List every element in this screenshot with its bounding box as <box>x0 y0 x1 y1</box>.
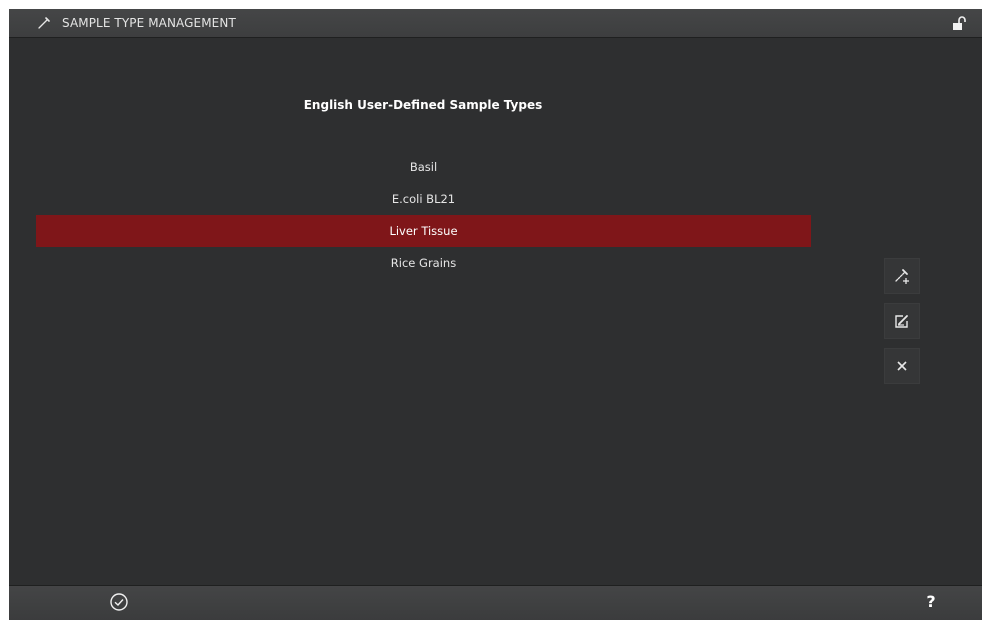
window-title: SAMPLE TYPE MANAGEMENT <box>62 16 236 30</box>
edit-sample-type-button[interactable] <box>884 303 920 339</box>
unlock-icon[interactable] <box>952 15 968 31</box>
close-icon <box>897 361 907 371</box>
list-item-selected[interactable]: Liver Tissue <box>36 215 811 247</box>
help-button[interactable]: ? <box>921 592 941 614</box>
title-bar: SAMPLE TYPE MANAGEMENT <box>9 9 982 38</box>
sample-type-list: Basil E.coli BL21 Liver Tissue Rice Grai… <box>36 151 811 279</box>
pipette-icon <box>38 17 50 29</box>
list-title: English User-Defined Sample Types <box>303 98 543 112</box>
bottom-bar: ? <box>9 585 982 620</box>
edit-icon <box>895 315 908 328</box>
main-content: English User-Defined Sample Types Basil … <box>9 38 982 584</box>
pipette-plus-icon <box>895 269 909 284</box>
delete-sample-type-button[interactable] <box>884 348 920 384</box>
list-item[interactable]: Rice Grains <box>36 247 811 279</box>
check-circle-icon[interactable] <box>109 592 129 612</box>
list-item[interactable]: E.coli BL21 <box>36 183 811 215</box>
add-sample-type-button[interactable] <box>884 258 920 294</box>
sample-type-management-window: SAMPLE TYPE MANAGEMENT English User-Defi… <box>9 9 982 620</box>
list-item[interactable]: Basil <box>36 151 811 183</box>
